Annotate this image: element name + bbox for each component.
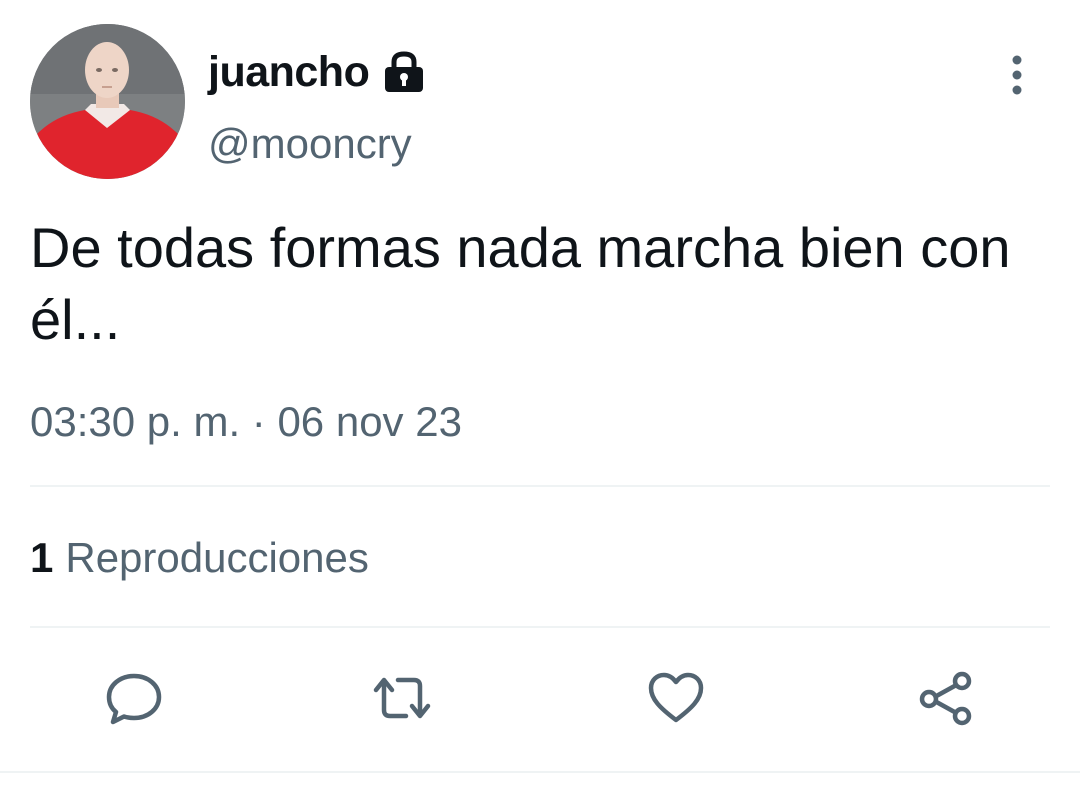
lock-icon bbox=[381, 49, 427, 95]
user-handle[interactable]: @mooncry bbox=[208, 120, 412, 168]
heart-icon bbox=[646, 668, 706, 733]
share-button[interactable] bbox=[914, 668, 978, 732]
tweet-text: De todas formas nada marcha bien con él.… bbox=[30, 216, 1011, 351]
share-icon bbox=[916, 668, 976, 733]
display-name[interactable]: juancho bbox=[208, 48, 370, 97]
display-name-row: juancho bbox=[208, 44, 427, 100]
tweet-detail: juancho @mooncry De todas formas nada ma… bbox=[0, 0, 1080, 792]
retweet-icon bbox=[370, 668, 434, 733]
reply-button[interactable] bbox=[102, 668, 166, 732]
divider bbox=[30, 626, 1050, 628]
views-count: 1 bbox=[30, 534, 54, 581]
views-label: Reproducciones bbox=[65, 534, 369, 581]
divider bbox=[0, 771, 1080, 773]
tweet-timestamp[interactable]: 03:30 p. m. · 06 nov 23 bbox=[30, 398, 462, 446]
retweet-button[interactable] bbox=[370, 668, 434, 732]
like-button[interactable] bbox=[644, 668, 708, 732]
avatar[interactable] bbox=[30, 24, 185, 179]
more-options-icon[interactable] bbox=[1000, 52, 1034, 98]
divider bbox=[30, 485, 1050, 487]
reply-icon bbox=[104, 668, 164, 733]
views-stat[interactable]: 1 Reproducciones bbox=[30, 534, 369, 582]
